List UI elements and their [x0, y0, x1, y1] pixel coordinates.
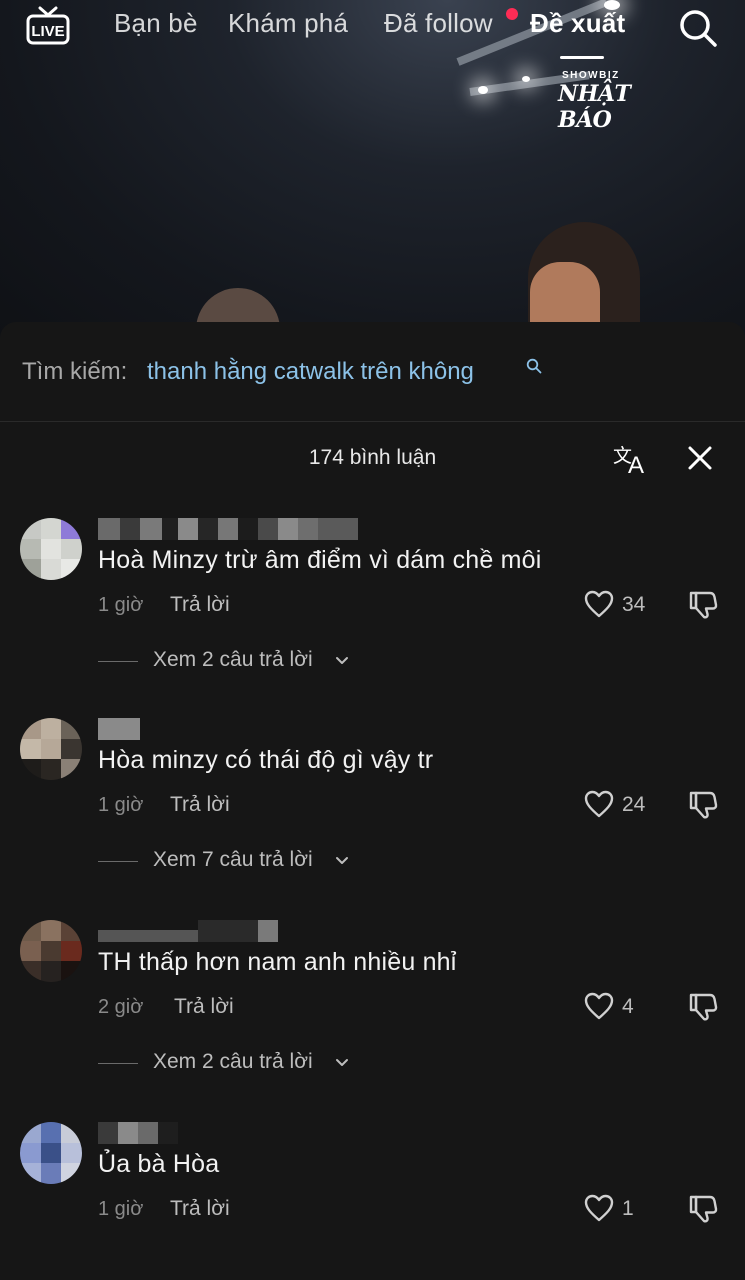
comment-item: Ủa bà Hòa 1 giờ Trả lời 1 [0, 1122, 745, 1280]
like-count: 1 [622, 1197, 634, 1220]
search-query-link[interactable]: thanh hằng catwalk trên không [147, 358, 474, 386]
comment-item: TH thấp hơn nam anh nhiều nhỉ 2 giờ Trả … [0, 920, 745, 1126]
divider-line [98, 661, 138, 662]
dislike-icon[interactable] [688, 588, 718, 620]
view-replies-label: Xem 7 câu trả lời [153, 848, 313, 871]
live-tv-icon[interactable]: LIVE [24, 6, 72, 46]
live-label: LIVE [31, 23, 64, 40]
username-blurred[interactable] [98, 920, 278, 942]
tab-explore[interactable]: Khám phá [228, 8, 348, 39]
comment-item: Hoà Minzy trừ âm điểm vì dám chề môi 1 g… [0, 518, 745, 724]
comment-time: 2 giờ [98, 996, 144, 1018]
dislike-icon[interactable] [688, 1192, 718, 1224]
comment-time: 1 giờ [98, 594, 144, 616]
heart-icon[interactable] [584, 790, 614, 818]
watermark-line2: NHẬT BÁO [558, 81, 631, 133]
sheet-header: 174 bình luận 文 A [0, 422, 745, 494]
chevron-down-icon [336, 657, 348, 664]
like-count: 24 [622, 793, 646, 816]
top-navigation: LIVE Bạn bè Khám phá Đã follow Đề xuất S… [0, 0, 745, 133]
comment-text: Hòa minzy có thái độ gì vậy tr [98, 746, 434, 774]
close-icon[interactable] [686, 444, 714, 472]
active-tab-indicator [560, 56, 604, 59]
stage-light [478, 86, 488, 94]
notification-dot [506, 8, 518, 20]
avatar[interactable] [20, 718, 82, 780]
divider-line [98, 861, 138, 862]
svg-text:A: A [628, 452, 644, 476]
username-blurred[interactable] [98, 1122, 178, 1144]
reply-button[interactable]: Trả lời [170, 593, 230, 617]
view-replies-label: Xem 2 câu trả lời [153, 648, 313, 671]
tab-for-you[interactable]: Đề xuất [530, 8, 625, 39]
avatar[interactable] [20, 518, 82, 580]
watermark-line1: SHOWBIZ [562, 70, 620, 81]
chevron-down-icon [336, 1059, 348, 1066]
reply-button[interactable]: Trả lời [174, 995, 234, 1019]
tab-friends[interactable]: Bạn bè [114, 8, 198, 39]
heart-icon[interactable] [584, 1194, 614, 1222]
avatar[interactable] [20, 1122, 82, 1184]
dislike-icon[interactable] [688, 788, 718, 820]
heart-icon[interactable] [584, 992, 614, 1020]
comment-sheet: Tìm kiếm: thanh hằng catwalk trên không … [0, 322, 745, 1280]
tab-following[interactable]: Đã follow [384, 8, 493, 39]
comment-time: 1 giờ [98, 1198, 144, 1220]
search-mini-icon [526, 358, 542, 374]
username-blurred[interactable] [98, 518, 358, 540]
stage-light [522, 76, 530, 82]
like-count: 4 [622, 995, 634, 1018]
avatar[interactable] [20, 920, 82, 982]
view-replies-label: Xem 2 câu trả lời [153, 1050, 313, 1073]
channel-watermark: SHOWBIZ NHẬT BÁO [558, 70, 688, 133]
related-search[interactable]: Tìm kiếm: thanh hằng catwalk trên không [0, 322, 745, 422]
comment-text: TH thấp hơn nam anh nhiều nhỉ [98, 948, 457, 976]
chevron-down-icon [336, 857, 348, 864]
like-count: 34 [622, 593, 646, 616]
heart-icon[interactable] [584, 590, 614, 618]
dislike-icon[interactable] [688, 990, 718, 1022]
reply-button[interactable]: Trả lời [170, 1197, 230, 1221]
comment-time: 1 giờ [98, 794, 144, 816]
search-prefix: Tìm kiếm: [22, 358, 128, 385]
translate-icon[interactable]: 文 A [612, 442, 650, 476]
comment-item: Hòa minzy có thái độ gì vậy tr 1 giờ Trả… [0, 718, 745, 924]
username-blurred[interactable] [98, 718, 140, 740]
divider-line [98, 1063, 138, 1064]
search-icon[interactable] [678, 8, 718, 48]
comment-text: Ủa bà Hòa [98, 1150, 220, 1178]
reply-button[interactable]: Trả lời [170, 793, 230, 817]
comment-text: Hoà Minzy trừ âm điểm vì dám chề môi [98, 546, 542, 574]
